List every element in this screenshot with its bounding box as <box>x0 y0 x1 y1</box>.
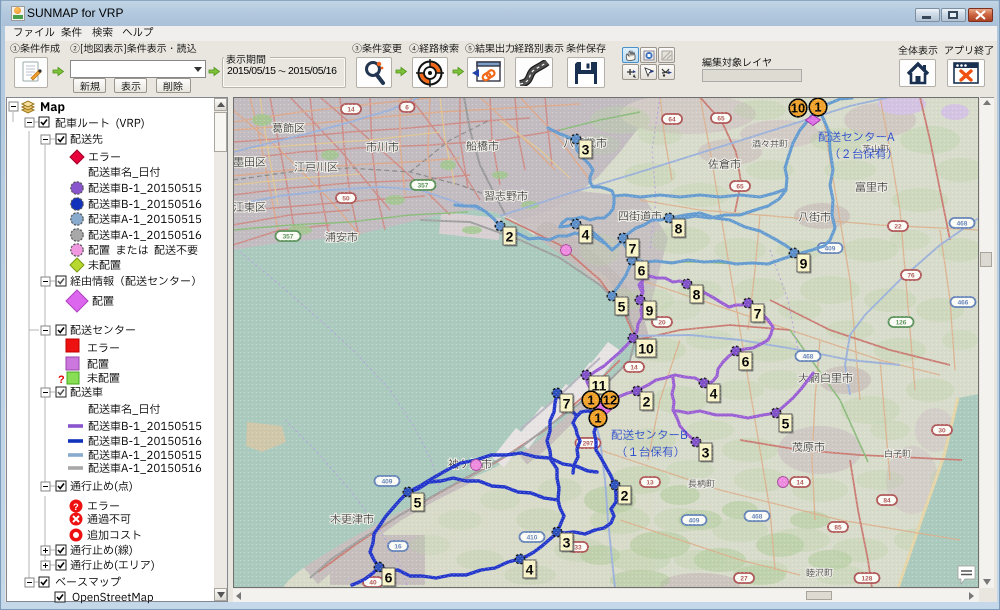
svg-text:?: ? <box>58 374 65 386</box>
svg-text:?: ? <box>73 502 79 513</box>
